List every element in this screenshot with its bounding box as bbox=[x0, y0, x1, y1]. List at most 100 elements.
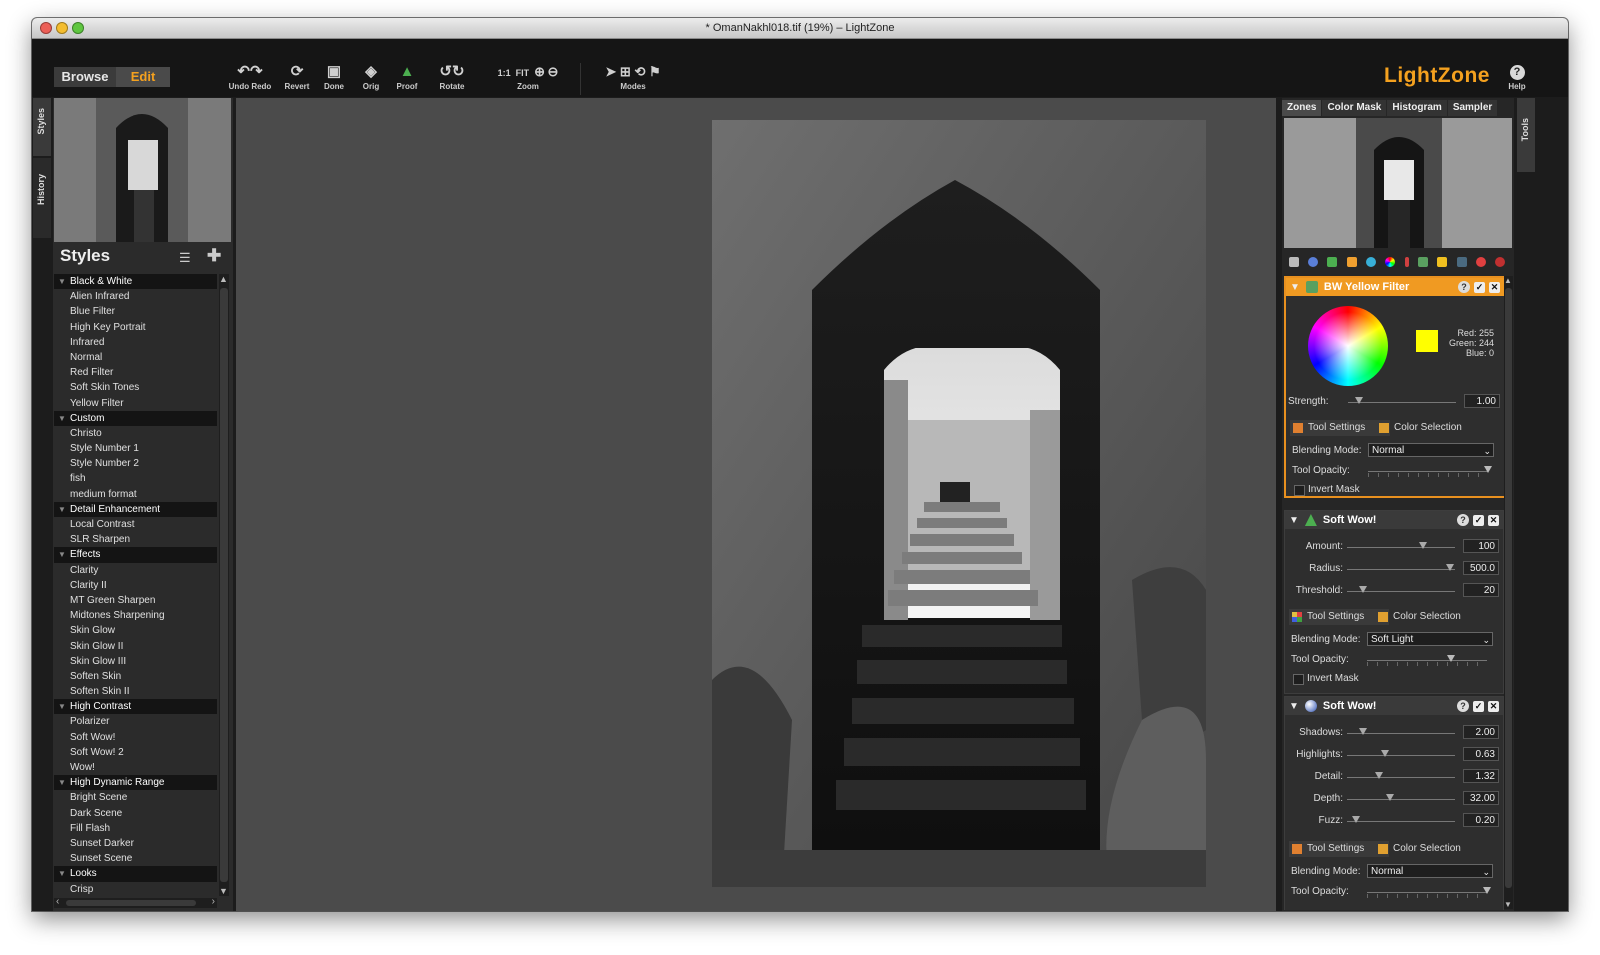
rotate-mode-icon[interactable]: ⟲ bbox=[634, 64, 645, 79]
close-window-button[interactable] bbox=[40, 22, 52, 34]
style-list-item[interactable]: Christo bbox=[54, 426, 217, 441]
style-list-item[interactable]: Alien Infrared bbox=[54, 289, 217, 304]
tools-vertical-scrollbar[interactable]: ▲ ▼ bbox=[1504, 276, 1513, 909]
detail-slider[interactable] bbox=[1347, 777, 1455, 778]
style-list-item[interactable]: Sunset Scene bbox=[54, 851, 217, 866]
style-group-header[interactable]: ▼ High Contrast bbox=[54, 699, 217, 715]
style-list-item[interactable]: Soft Skin Tones bbox=[54, 380, 217, 395]
tab-sampler[interactable]: Sampler bbox=[1447, 100, 1498, 116]
style-list-item[interactable]: Yellow Filter bbox=[54, 396, 217, 411]
disclosure-triangle-icon[interactable]: ▼ bbox=[58, 775, 70, 790]
depth-slider[interactable] bbox=[1347, 799, 1455, 800]
hue-tool-icon[interactable] bbox=[1365, 257, 1376, 267]
style-list-item[interactable]: Fill Flash bbox=[54, 821, 217, 836]
tool-header[interactable]: ▼ BW Yellow Filter ? ✓ ✕ bbox=[1286, 278, 1504, 296]
style-list-item[interactable]: Bright Scene bbox=[54, 790, 217, 805]
style-list-item[interactable]: Skin Glow II bbox=[54, 639, 217, 654]
strength-slider-knob[interactable] bbox=[1354, 397, 1363, 404]
style-list-item[interactable]: Wow! bbox=[54, 760, 217, 775]
disclosure-triangle-icon[interactable]: ▼ bbox=[58, 274, 70, 289]
arrow-mode-icon[interactable]: ➤ bbox=[605, 64, 616, 79]
revert-button[interactable]: ⟳ Revert bbox=[279, 62, 315, 91]
tool-help-icon[interactable]: ? bbox=[1458, 281, 1470, 293]
depth-slider-knob[interactable] bbox=[1386, 794, 1395, 801]
style-list-item[interactable]: Style Number 2 bbox=[54, 456, 217, 471]
style-list-item[interactable]: Infrared bbox=[54, 335, 217, 350]
redeye-tool-icon[interactable] bbox=[1475, 257, 1486, 267]
shadows-slider-knob[interactable] bbox=[1359, 728, 1368, 735]
strength-slider[interactable] bbox=[1348, 402, 1456, 403]
disclosure-triangle-icon[interactable]: ▼ bbox=[58, 699, 70, 714]
rotate-button[interactable]: ↺↻ Rotate bbox=[432, 62, 472, 91]
relight-tool-icon[interactable] bbox=[1307, 257, 1318, 267]
zoom-1to1-button[interactable]: 1:1 bbox=[498, 68, 511, 78]
bw-tool-icon[interactable] bbox=[1417, 257, 1428, 267]
tab-tool-settings[interactable]: Tool Settings bbox=[1290, 420, 1390, 436]
tab-zones[interactable]: Zones bbox=[1282, 100, 1322, 116]
style-list-item[interactable]: Polarizer bbox=[54, 714, 217, 729]
noise-tool-icon[interactable] bbox=[1346, 257, 1357, 267]
add-style-icon[interactable]: ✚ bbox=[207, 246, 221, 266]
amount-slider-knob[interactable] bbox=[1418, 542, 1427, 549]
grid-tool-icon[interactable] bbox=[1456, 257, 1467, 267]
main-photo[interactable] bbox=[712, 120, 1206, 887]
threshold-slider-knob[interactable] bbox=[1359, 586, 1368, 593]
style-list-item[interactable]: Clarity II bbox=[54, 578, 217, 593]
shadows-field[interactable]: 2.00 bbox=[1463, 725, 1499, 739]
highlights-slider-knob[interactable] bbox=[1380, 750, 1389, 757]
fuzz-field[interactable]: 0.20 bbox=[1463, 813, 1499, 827]
browse-button[interactable]: Browse bbox=[54, 67, 116, 87]
style-list-item[interactable]: Local Contrast bbox=[54, 517, 217, 532]
collapse-triangle-icon[interactable]: ▼ bbox=[1290, 282, 1300, 293]
region-mode-icon[interactable]: ⚑ bbox=[649, 64, 661, 79]
style-list-item[interactable]: Soften Skin II bbox=[54, 684, 217, 699]
radius-slider-knob[interactable] bbox=[1445, 564, 1454, 571]
orig-button[interactable]: ◈ Orig bbox=[353, 62, 389, 91]
collapse-triangle-icon[interactable]: ▼ bbox=[1289, 701, 1299, 712]
tab-history[interactable]: History bbox=[33, 158, 51, 238]
image-canvas[interactable] bbox=[236, 98, 1276, 911]
disclosure-triangle-icon[interactable]: ▼ bbox=[58, 411, 70, 426]
filter-tool-icon[interactable] bbox=[1437, 257, 1448, 267]
zoom-in-icon[interactable]: ⊕ bbox=[534, 64, 545, 79]
style-list-item[interactable]: SLR Sharpen bbox=[54, 532, 217, 547]
temperature-tool-icon[interactable] bbox=[1404, 257, 1409, 267]
invert-mask-checkbox[interactable] bbox=[1294, 485, 1305, 496]
invert-mask-checkbox[interactable] bbox=[1293, 674, 1304, 685]
help-button[interactable]: ? Help bbox=[1502, 65, 1532, 91]
style-list-item[interactable]: Skin Glow III bbox=[54, 654, 217, 669]
styles-hscroll-thumb[interactable] bbox=[66, 900, 196, 906]
detail-slider-knob[interactable] bbox=[1375, 772, 1384, 779]
scroll-up-icon[interactable]: ▲ bbox=[219, 274, 228, 284]
detail-field[interactable]: 1.32 bbox=[1463, 769, 1499, 783]
style-list-item[interactable]: Blue Filter bbox=[54, 304, 217, 319]
scroll-up-icon[interactable]: ▲ bbox=[1504, 276, 1512, 285]
amount-field[interactable]: 100 bbox=[1463, 539, 1499, 553]
edit-button[interactable]: Edit bbox=[116, 67, 170, 87]
amount-slider[interactable] bbox=[1347, 547, 1455, 548]
tab-styles[interactable]: Styles bbox=[33, 98, 51, 156]
strength-field[interactable]: 1.00 bbox=[1464, 394, 1500, 408]
style-list-item[interactable]: Clarity bbox=[54, 563, 217, 578]
style-group-header[interactable]: ▼ Black & White bbox=[54, 274, 217, 290]
tab-color-mask[interactable]: Color Mask bbox=[1322, 100, 1387, 116]
undo-redo-button[interactable]: ↶↷ Undo Redo bbox=[228, 62, 272, 91]
tool-enable-checkbox[interactable]: ✓ bbox=[1473, 514, 1484, 526]
tool-header[interactable]: ▼ Soft Wow! ? ✓ ✕ bbox=[1285, 697, 1503, 715]
depth-field[interactable]: 32.00 bbox=[1463, 791, 1499, 805]
crop-mode-icon[interactable]: ⊞ bbox=[620, 64, 631, 79]
style-group-header[interactable]: ▼ High Dynamic Range bbox=[54, 775, 217, 791]
color-balance-tool-icon[interactable] bbox=[1385, 257, 1396, 267]
zonemapper-tool-icon[interactable] bbox=[1288, 257, 1299, 267]
style-group-header[interactable]: ▼ Custom bbox=[54, 410, 217, 426]
style-list-item[interactable]: fish bbox=[54, 471, 217, 486]
tab-color-selection[interactable]: Color Selection bbox=[1375, 841, 1461, 857]
tool-help-icon[interactable]: ? bbox=[1457, 700, 1469, 712]
tab-tool-settings[interactable]: Tool Settings bbox=[1289, 609, 1389, 625]
scroll-right-icon[interactable]: › bbox=[212, 896, 215, 907]
style-list-item[interactable]: Sunset Darker bbox=[54, 836, 217, 851]
tool-close-icon[interactable]: ✕ bbox=[1488, 514, 1499, 526]
tool-opacity-slider[interactable] bbox=[1367, 892, 1487, 893]
tool-help-icon[interactable]: ? bbox=[1457, 514, 1469, 526]
tool-opacity-slider[interactable] bbox=[1368, 471, 1488, 472]
